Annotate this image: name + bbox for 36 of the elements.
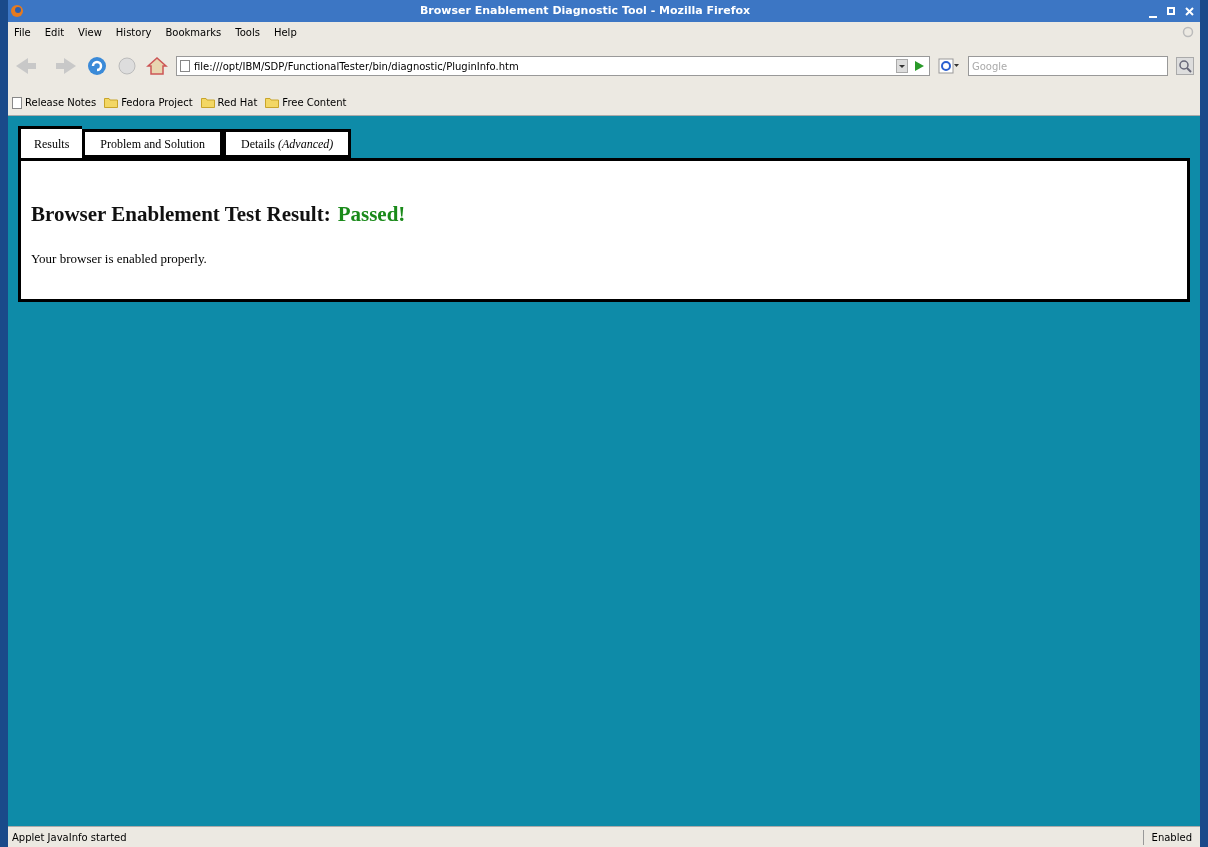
menu-item[interactable]: Tools [235,24,260,40]
page-icon [12,96,22,109]
folder-icon [265,97,280,108]
close-button[interactable] [1182,4,1196,18]
throbber-icon [1182,26,1194,38]
search-field[interactable]: Google [968,56,1168,76]
window-title: Browser Enablement Diagnostic Tool - Mozilla Firefox [418,2,752,19]
bookmark-item[interactable]: Red Hat [200,95,258,110]
home-icon[interactable] [146,55,168,77]
folder-icon [104,97,119,108]
search-engine-icon[interactable] [938,58,960,74]
page-icon [180,60,190,72]
dropdown-icon[interactable] [896,59,908,73]
menu-item[interactable]: Edit [44,24,65,40]
result-heading: Browser Enablement Test Result: [31,201,331,228]
address-field[interactable]: file:///opt/IBM/SDP/FunctionalTester/bin/diagnostic/PluginInfo.htm [176,56,930,76]
maximize-button[interactable] [1164,4,1178,18]
bookmark-item[interactable]: Release Notes [12,95,97,110]
menu-item[interactable]: Bookmarks [165,24,222,40]
result-message: Your browser is enabled properly. [31,249,208,268]
tab[interactable]: Results [18,126,83,158]
tab[interactable]: Problem and Solution [82,129,223,158]
bookmark-item[interactable]: Free Content [265,95,347,110]
menu-item[interactable]: Help [273,24,297,40]
tab[interactable]: Details (Advanced) [223,129,352,158]
status-text: Applet JavaInfo started [11,830,128,845]
bookmark-item[interactable]: Fedora Project [104,95,193,110]
search-icon[interactable] [1176,57,1194,75]
go-icon[interactable] [912,59,926,73]
folder-icon [200,97,215,108]
reload-icon[interactable] [86,55,108,77]
menu-item[interactable]: File [14,24,31,40]
result-outcome: Passed! [337,201,406,228]
status-indicator: Enabled [1142,829,1200,845]
menu-item[interactable]: View [78,24,102,40]
menu-item[interactable]: History [115,24,152,40]
